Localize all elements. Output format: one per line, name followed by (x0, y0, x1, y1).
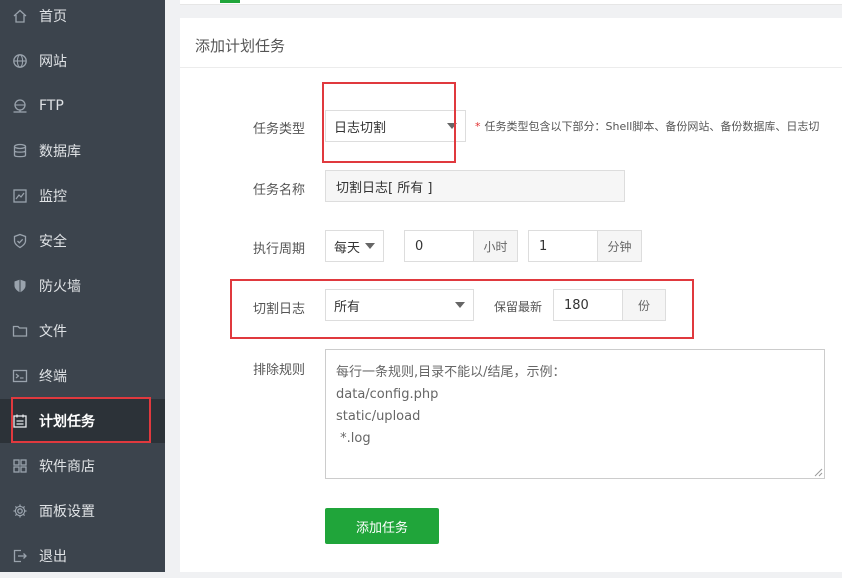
sidebar-item-panel-settings[interactable]: 面板设置 (0, 489, 165, 533)
gear-icon (12, 503, 28, 519)
sidebar-item-label: 计划任务 (39, 414, 95, 430)
sidebar-item-label: 首页 (39, 9, 67, 25)
apps-grid-icon (12, 458, 28, 474)
retain-label: 保留最新 (494, 300, 543, 314)
frequency-select[interactable]: 每天 (325, 230, 384, 262)
logout-icon (12, 548, 28, 564)
terminal-icon (12, 368, 28, 384)
sidebar-item-firewall[interactable]: 防火墙 (0, 264, 165, 308)
sidebar-item-logout[interactable]: 退出 (0, 534, 165, 578)
sidebar-item-app-store[interactable]: 软件商店 (0, 444, 165, 488)
task-name-label: 任务名称 (252, 183, 305, 198)
add-cron-task-panel: 添加计划任务 任务类型 日志切割 * 任务类型包含以下部分：Shell脚本、备份网… (180, 18, 842, 572)
retain-unit: 份 (623, 289, 666, 321)
task-type-value: 日志切割 (334, 120, 387, 136)
firewall-shield-icon (12, 278, 28, 294)
active-tab-indicator (220, 0, 240, 3)
frequency-value: 每天 (334, 240, 361, 256)
task-type-select[interactable]: 日志切割 (325, 110, 466, 142)
ftp-icon (12, 98, 28, 114)
log-cut-label: 切割日志 (252, 302, 305, 317)
sidebar-item-home[interactable]: 首页 (0, 0, 165, 38)
minute-input[interactable]: 1 (528, 230, 598, 262)
sidebar-item-label: 安全 (39, 234, 67, 250)
minute-unit: 分钟 (598, 230, 642, 262)
sidebar-item-monitor[interactable]: 监控 (0, 174, 165, 218)
placeholder-line: data/config.php (336, 387, 439, 402)
chevron-down-icon (447, 123, 457, 129)
exclude-rules-textarea[interactable]: 每行一条规则,目录不能以/结尾，示例： data/config.php stat… (325, 349, 825, 479)
sidebar-item-terminal[interactable]: 终端 (0, 354, 165, 398)
sidebar-item-security[interactable]: 安全 (0, 219, 165, 263)
log-cut-select[interactable]: 所有 (325, 289, 474, 321)
home-icon (12, 8, 28, 24)
monitor-icon (12, 188, 28, 204)
sidebar-item-cron[interactable]: 计划任务 (0, 399, 165, 443)
required-star: * (475, 120, 481, 133)
add-task-button[interactable]: 添加任务 (325, 508, 439, 544)
sidebar-item-label: 退出 (39, 549, 67, 565)
sidebar-item-label: 防火墙 (39, 279, 81, 295)
sidebar-item-label: 文件 (39, 324, 67, 340)
resize-grip-icon[interactable] (814, 468, 823, 477)
sidebar-item-label: 终端 (39, 369, 67, 385)
sidebar-item-website[interactable]: 网站 (0, 39, 165, 83)
database-icon (12, 143, 28, 159)
sidebar-item-label: 软件商店 (39, 459, 95, 475)
chevron-down-icon (365, 243, 375, 249)
sidebar-item-database[interactable]: 数据库 (0, 129, 165, 173)
folder-icon (12, 323, 28, 339)
sidebar: 首页 网站 FTP 数据库 监控 安全 防火墙 文件 终端 计划任务 软件商店 … (0, 0, 165, 572)
retain-count-input[interactable]: 180 (553, 289, 623, 321)
exclude-rules-label: 排除规则 (252, 363, 305, 378)
sidebar-item-files[interactable]: 文件 (0, 309, 165, 353)
log-cut-value: 所有 (334, 299, 361, 315)
task-type-hint: * 任务类型包含以下部分：Shell脚本、备份网站、备份数据库、日志切 (475, 118, 842, 134)
divider (180, 67, 842, 68)
placeholder-line: 每行一条规则,目录不能以/结尾，示例： (336, 365, 566, 380)
chevron-down-icon (455, 302, 465, 308)
sidebar-item-ftp[interactable]: FTP (0, 84, 165, 128)
globe-icon (12, 53, 28, 69)
hour-unit: 小时 (474, 230, 518, 262)
sidebar-item-label: FTP (39, 98, 64, 114)
panel-title: 添加计划任务 (195, 37, 286, 55)
sidebar-item-label: 网站 (39, 54, 67, 70)
hour-input[interactable]: 0 (404, 230, 474, 262)
period-label: 执行周期 (252, 242, 305, 257)
sidebar-item-label: 数据库 (39, 144, 81, 160)
calendar-icon (12, 413, 28, 429)
placeholder-line: *.log (336, 431, 371, 446)
task-type-label: 任务类型 (252, 122, 305, 137)
sidebar-item-label: 监控 (39, 189, 67, 205)
top-tab-strip (180, 0, 842, 5)
task-name-input[interactable]: 切割日志[ 所有 ] (325, 170, 625, 202)
placeholder-line: static/upload (336, 409, 421, 424)
task-type-hint-text: 任务类型包含以下部分：Shell脚本、备份网站、备份数据库、日志切 (484, 120, 820, 133)
shield-check-icon (12, 233, 28, 249)
sidebar-item-label: 面板设置 (39, 504, 95, 520)
